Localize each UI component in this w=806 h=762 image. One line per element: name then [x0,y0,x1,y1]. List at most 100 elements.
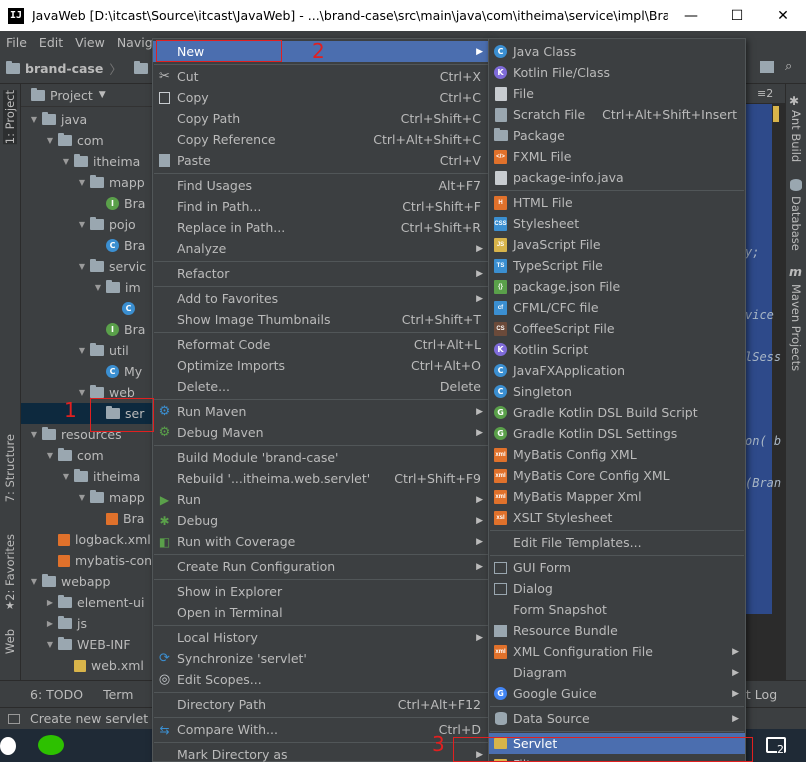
tree-item[interactable]: ▼ resources [21,424,153,445]
ant-build-tool-tab[interactable]: Ant Build [789,110,803,162]
todo-tool-tab[interactable]: 6: TODO [30,687,83,702]
menu-item-resource-bundle[interactable]: Resource Bundle [489,620,745,641]
tree-item[interactable]: ▼ web [21,382,153,403]
menu-item-java-class[interactable]: C Java Class [489,41,745,62]
web-tool-tab[interactable]: Web [3,629,17,654]
expand-arrow-icon[interactable]: ▼ [77,220,87,229]
menu-item-debug-maven[interactable]: ⚙ Debug Maven ▶ [153,422,489,443]
tree-item[interactable]: ▼ java [21,109,153,130]
menu-item-file[interactable]: File [489,83,745,104]
menu-item-synchronize-servlet[interactable]: ⟳ Synchronize 'servlet' [153,648,489,669]
menu-item-kotlin-script[interactable]: K Kotlin Script [489,339,745,360]
menu-item-directory-path[interactable]: Directory Path Ctrl+Alt+F12 [153,694,489,715]
tree-item[interactable]: ▼ pojo [21,214,153,235]
menu-item-copy-reference[interactable]: Copy Reference Ctrl+Alt+Shift+C [153,129,489,150]
tree-item[interactable]: ▼ mapp [21,487,153,508]
menu-item-dialog[interactable]: Dialog [489,578,745,599]
maximize-button[interactable]: ☐ [714,8,760,24]
tree-item[interactable]: ▼ itheima [21,466,153,487]
expand-arrow-icon[interactable]: ▼ [45,640,55,649]
favorites-tool-tab[interactable]: 2: Favorites [3,534,17,601]
expand-arrow-icon[interactable]: ▼ [45,451,55,460]
menu-item-open-in-terminal[interactable]: Open in Terminal [153,602,489,623]
menu-item-edit-scopes[interactable]: ◎ Edit Scopes... [153,669,489,690]
menu-item-find-usages[interactable]: Find Usages Alt+F7 [153,175,489,196]
breadcrumb-project[interactable]: brand-case [6,60,103,76]
menu-item-local-history[interactable]: Local History ▶ [153,627,489,648]
tree-item[interactable]: ▼ util [21,340,153,361]
expand-arrow-icon[interactable]: ▶ [45,619,55,628]
menu-item-xml-configuration-file[interactable]: xml XML Configuration File ▶ [489,641,745,662]
maven-tool-tab[interactable]: Maven Projects [789,284,803,371]
tree-item[interactable]: web.xml [21,655,153,676]
minimize-button[interactable]: — [668,8,714,24]
tabs-count-badge[interactable]: ≡2 [757,87,773,100]
tree-item[interactable]: ▼ WEB-INF [21,634,153,655]
tree-item[interactable]: C Bra [21,235,153,256]
menu-item-mybatis-config-xml[interactable]: xml MyBatis Config XML [489,444,745,465]
menu-item-find-in-path[interactable]: Find in Path... Ctrl+Shift+F [153,196,489,217]
chevron-down-icon[interactable]: ▼ [99,90,106,100]
menu-item-package[interactable]: Package [489,125,745,146]
menu-item-kotlin-file-class[interactable]: K Kotlin File/Class [489,62,745,83]
menu-item-add-to-favorites[interactable]: Add to Favorites ▶ [153,288,489,309]
tree-item[interactable]: logback.xml [21,529,153,550]
expand-arrow-icon[interactable]: ▼ [77,262,87,271]
menu-item-package-json-file[interactable]: {} package.json File [489,276,745,297]
expand-arrow-icon[interactable]: ▼ [45,136,55,145]
status-window-icon[interactable] [8,713,20,724]
menu-item-coffeescript-file[interactable]: CS CoffeeScript File [489,318,745,339]
tree-item[interactable]: ▶ js [21,613,153,634]
menu-item-mybatis-mapper-xml[interactable]: xml MyBatis Mapper Xml [489,486,745,507]
tree-item[interactable]: C [21,298,153,319]
terminal-tool-tab[interactable]: Term [103,687,133,702]
menu-item-html-file[interactable]: H HTML File [489,192,745,213]
menu-item-run-maven[interactable]: ⚙ Run Maven ▶ [153,401,489,422]
editor-area[interactable]: ≡2 y; vice lSess on( b (Bran [745,84,785,680]
app-icon[interactable] [0,737,16,755]
menu-item-filter[interactable]: Filter [489,754,745,762]
project-structure-icon[interactable] [760,61,774,73]
menu-item-fxml-file[interactable]: </> FXML File [489,146,745,167]
tree-item[interactable]: Bra [21,508,153,529]
menu-item-xslt-stylesheet[interactable]: xsl XSLT Stylesheet [489,507,745,528]
menu-item-build-module-brand-case[interactable]: Build Module 'brand-case' [153,447,489,468]
menu-view[interactable]: View [69,35,111,50]
tree-item[interactable]: ▼ servic [21,256,153,277]
menu-item-javafxapplication[interactable]: C JavaFXApplication [489,360,745,381]
menu-item-edit-file-templates[interactable]: Edit File Templates... [489,532,745,553]
expand-arrow-icon[interactable]: ▼ [77,388,87,397]
tree-item[interactable]: ▼ im [21,277,153,298]
tree-item[interactable]: ▼ com [21,445,153,466]
menu-item-debug[interactable]: ✱ Debug ▶ [153,510,489,531]
expand-arrow-icon[interactable]: ▼ [77,178,87,187]
expand-arrow-icon[interactable]: ▶ [45,598,55,607]
menu-item-paste[interactable]: Paste Ctrl+V [153,150,489,171]
expand-arrow-icon[interactable]: ▼ [61,472,71,481]
menu-item-stylesheet[interactable]: CSS Stylesheet [489,213,745,234]
expand-arrow-icon[interactable]: ▼ [77,493,87,502]
wechat-icon[interactable] [38,735,64,755]
expand-arrow-icon[interactable]: ▼ [29,577,39,586]
menu-item-run[interactable]: ▶ Run ▶ [153,489,489,510]
menu-edit[interactable]: Edit [33,35,69,50]
tree-item[interactable]: ser [21,403,153,424]
menu-item-cut[interactable]: ✂ Cut Ctrl+X [153,66,489,87]
expand-arrow-icon[interactable]: ▼ [77,346,87,355]
menu-item-gradle-kotlin-dsl-build-script[interactable]: G Gradle Kotlin DSL Build Script [489,402,745,423]
menu-item-typescript-file[interactable]: TS TypeScript File [489,255,745,276]
structure-tool-tab[interactable]: 7: Structure [3,434,17,502]
menu-item-reformat-code[interactable]: Reformat Code Ctrl+Alt+L [153,334,489,355]
database-tool-tab[interactable]: Database [789,196,803,251]
tree-item[interactable]: ▼ com [21,130,153,151]
menu-item-create-run-configuration[interactable]: Create Run Configuration ▶ [153,556,489,577]
project-panel-title[interactable]: Project [50,88,93,103]
tree-item[interactable]: I Bra [21,319,153,340]
tree-item[interactable]: C My [21,361,153,382]
menu-item-cfml-cfc-file[interactable]: cf CFML/CFC file [489,297,745,318]
menu-item-scratch-file[interactable]: Scratch File Ctrl+Alt+Shift+Insert [489,104,745,125]
menu-item-package-info-java[interactable]: package-info.java [489,167,745,188]
close-button[interactable]: ✕ [760,8,806,24]
menu-item-gui-form[interactable]: GUI Form [489,557,745,578]
tree-item[interactable]: ▼ itheima [21,151,153,172]
